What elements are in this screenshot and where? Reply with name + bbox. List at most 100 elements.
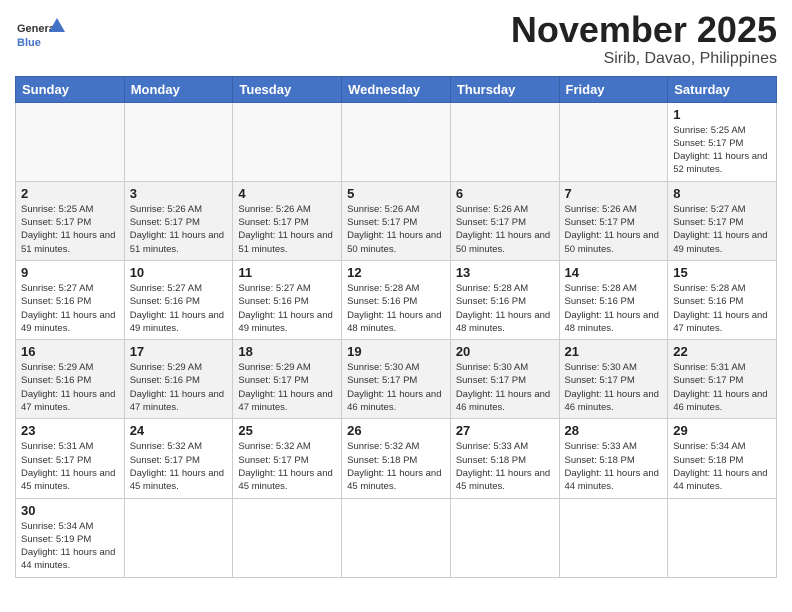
day-info: Sunrise: 5:27 AM Sunset: 5:16 PM Dayligh… — [238, 282, 336, 335]
svg-text:Blue: Blue — [17, 37, 41, 49]
day-6: 6 Sunrise: 5:26 AM Sunset: 5:17 PM Dayli… — [450, 181, 559, 260]
day-11: 11 Sunrise: 5:27 AM Sunset: 5:16 PM Dayl… — [233, 260, 342, 339]
empty-cell — [342, 498, 451, 577]
day-number: 30 — [21, 503, 119, 518]
header-thursday: Thursday — [450, 76, 559, 102]
header-friday: Friday — [559, 76, 668, 102]
day-info: Sunrise: 5:34 AM Sunset: 5:19 PM Dayligh… — [21, 520, 119, 573]
day-3: 3 Sunrise: 5:26 AM Sunset: 5:17 PM Dayli… — [124, 181, 233, 260]
day-info: Sunrise: 5:28 AM Sunset: 5:16 PM Dayligh… — [347, 282, 445, 335]
weekday-header-row: Sunday Monday Tuesday Wednesday Thursday… — [16, 76, 777, 102]
day-number: 8 — [673, 186, 771, 201]
calendar-row-1: 1 Sunrise: 5:25 AM Sunset: 5:17 PM Dayli… — [16, 102, 777, 181]
calendar-row-4: 16 Sunrise: 5:29 AM Sunset: 5:16 PM Dayl… — [16, 340, 777, 419]
day-16: 16 Sunrise: 5:29 AM Sunset: 5:16 PM Dayl… — [16, 340, 125, 419]
day-info: Sunrise: 5:27 AM Sunset: 5:17 PM Dayligh… — [673, 203, 771, 256]
header-saturday: Saturday — [668, 76, 777, 102]
day-19: 19 Sunrise: 5:30 AM Sunset: 5:17 PM Dayl… — [342, 340, 451, 419]
day-13: 13 Sunrise: 5:28 AM Sunset: 5:16 PM Dayl… — [450, 260, 559, 339]
day-info: Sunrise: 5:32 AM Sunset: 5:17 PM Dayligh… — [130, 440, 228, 493]
logo-svg: General Blue — [15, 16, 65, 61]
header: General Blue November 2025 Sirib, Davao,… — [15, 10, 777, 68]
day-number: 2 — [21, 186, 119, 201]
day-25: 25 Sunrise: 5:32 AM Sunset: 5:17 PM Dayl… — [233, 419, 342, 498]
day-number: 9 — [21, 265, 119, 280]
day-info: Sunrise: 5:33 AM Sunset: 5:18 PM Dayligh… — [565, 440, 663, 493]
day-info: Sunrise: 5:31 AM Sunset: 5:17 PM Dayligh… — [21, 440, 119, 493]
empty-cell — [16, 102, 125, 181]
day-info: Sunrise: 5:33 AM Sunset: 5:18 PM Dayligh… — [456, 440, 554, 493]
header-sunday: Sunday — [16, 76, 125, 102]
day-info: Sunrise: 5:25 AM Sunset: 5:17 PM Dayligh… — [673, 124, 771, 177]
day-7: 7 Sunrise: 5:26 AM Sunset: 5:17 PM Dayli… — [559, 181, 668, 260]
day-26: 26 Sunrise: 5:32 AM Sunset: 5:18 PM Dayl… — [342, 419, 451, 498]
empty-cell — [450, 498, 559, 577]
day-27: 27 Sunrise: 5:33 AM Sunset: 5:18 PM Dayl… — [450, 419, 559, 498]
day-number: 3 — [130, 186, 228, 201]
day-29: 29 Sunrise: 5:34 AM Sunset: 5:18 PM Dayl… — [668, 419, 777, 498]
day-info: Sunrise: 5:25 AM Sunset: 5:17 PM Dayligh… — [21, 203, 119, 256]
day-22: 22 Sunrise: 5:31 AM Sunset: 5:17 PM Dayl… — [668, 340, 777, 419]
day-18: 18 Sunrise: 5:29 AM Sunset: 5:17 PM Dayl… — [233, 340, 342, 419]
day-number: 19 — [347, 344, 445, 359]
day-info: Sunrise: 5:32 AM Sunset: 5:17 PM Dayligh… — [238, 440, 336, 493]
day-number: 27 — [456, 423, 554, 438]
calendar-row-5: 23 Sunrise: 5:31 AM Sunset: 5:17 PM Dayl… — [16, 419, 777, 498]
header-wednesday: Wednesday — [342, 76, 451, 102]
day-info: Sunrise: 5:27 AM Sunset: 5:16 PM Dayligh… — [21, 282, 119, 335]
day-number: 26 — [347, 423, 445, 438]
day-8: 8 Sunrise: 5:27 AM Sunset: 5:17 PM Dayli… — [668, 181, 777, 260]
day-number: 15 — [673, 265, 771, 280]
calendar-row-2: 2 Sunrise: 5:25 AM Sunset: 5:17 PM Dayli… — [16, 181, 777, 260]
day-number: 1 — [673, 107, 771, 122]
calendar-table: Sunday Monday Tuesday Wednesday Thursday… — [15, 76, 777, 578]
empty-cell — [668, 498, 777, 577]
day-info: Sunrise: 5:26 AM Sunset: 5:17 PM Dayligh… — [347, 203, 445, 256]
day-number: 20 — [456, 344, 554, 359]
day-info: Sunrise: 5:29 AM Sunset: 5:17 PM Dayligh… — [238, 361, 336, 414]
day-number: 6 — [456, 186, 554, 201]
empty-cell — [342, 102, 451, 181]
day-number: 25 — [238, 423, 336, 438]
day-info: Sunrise: 5:28 AM Sunset: 5:16 PM Dayligh… — [456, 282, 554, 335]
day-24: 24 Sunrise: 5:32 AM Sunset: 5:17 PM Dayl… — [124, 419, 233, 498]
day-15: 15 Sunrise: 5:28 AM Sunset: 5:16 PM Dayl… — [668, 260, 777, 339]
location-subtitle: Sirib, Davao, Philippines — [511, 50, 777, 68]
day-info: Sunrise: 5:28 AM Sunset: 5:16 PM Dayligh… — [673, 282, 771, 335]
day-23: 23 Sunrise: 5:31 AM Sunset: 5:17 PM Dayl… — [16, 419, 125, 498]
day-number: 7 — [565, 186, 663, 201]
day-9: 9 Sunrise: 5:27 AM Sunset: 5:16 PM Dayli… — [16, 260, 125, 339]
empty-cell — [233, 102, 342, 181]
title-block: November 2025 Sirib, Davao, Philippines — [511, 10, 777, 68]
day-14: 14 Sunrise: 5:28 AM Sunset: 5:16 PM Dayl… — [559, 260, 668, 339]
day-number: 11 — [238, 265, 336, 280]
day-21: 21 Sunrise: 5:30 AM Sunset: 5:17 PM Dayl… — [559, 340, 668, 419]
day-number: 12 — [347, 265, 445, 280]
day-10: 10 Sunrise: 5:27 AM Sunset: 5:16 PM Dayl… — [124, 260, 233, 339]
day-1: 1 Sunrise: 5:25 AM Sunset: 5:17 PM Dayli… — [668, 102, 777, 181]
day-info: Sunrise: 5:29 AM Sunset: 5:16 PM Dayligh… — [130, 361, 228, 414]
month-year-title: November 2025 — [511, 10, 777, 50]
logo: General Blue — [15, 16, 65, 61]
day-number: 22 — [673, 344, 771, 359]
empty-cell — [450, 102, 559, 181]
day-info: Sunrise: 5:28 AM Sunset: 5:16 PM Dayligh… — [565, 282, 663, 335]
day-info: Sunrise: 5:30 AM Sunset: 5:17 PM Dayligh… — [565, 361, 663, 414]
day-number: 17 — [130, 344, 228, 359]
day-info: Sunrise: 5:30 AM Sunset: 5:17 PM Dayligh… — [456, 361, 554, 414]
day-number: 5 — [347, 186, 445, 201]
day-info: Sunrise: 5:30 AM Sunset: 5:17 PM Dayligh… — [347, 361, 445, 414]
day-number: 24 — [130, 423, 228, 438]
header-monday: Monday — [124, 76, 233, 102]
day-info: Sunrise: 5:27 AM Sunset: 5:16 PM Dayligh… — [130, 282, 228, 335]
day-20: 20 Sunrise: 5:30 AM Sunset: 5:17 PM Dayl… — [450, 340, 559, 419]
day-number: 23 — [21, 423, 119, 438]
empty-cell — [559, 102, 668, 181]
day-info: Sunrise: 5:32 AM Sunset: 5:18 PM Dayligh… — [347, 440, 445, 493]
day-info: Sunrise: 5:29 AM Sunset: 5:16 PM Dayligh… — [21, 361, 119, 414]
day-number: 4 — [238, 186, 336, 201]
day-12: 12 Sunrise: 5:28 AM Sunset: 5:16 PM Dayl… — [342, 260, 451, 339]
day-number: 10 — [130, 265, 228, 280]
calendar-row-3: 9 Sunrise: 5:27 AM Sunset: 5:16 PM Dayli… — [16, 260, 777, 339]
day-17: 17 Sunrise: 5:29 AM Sunset: 5:16 PM Dayl… — [124, 340, 233, 419]
